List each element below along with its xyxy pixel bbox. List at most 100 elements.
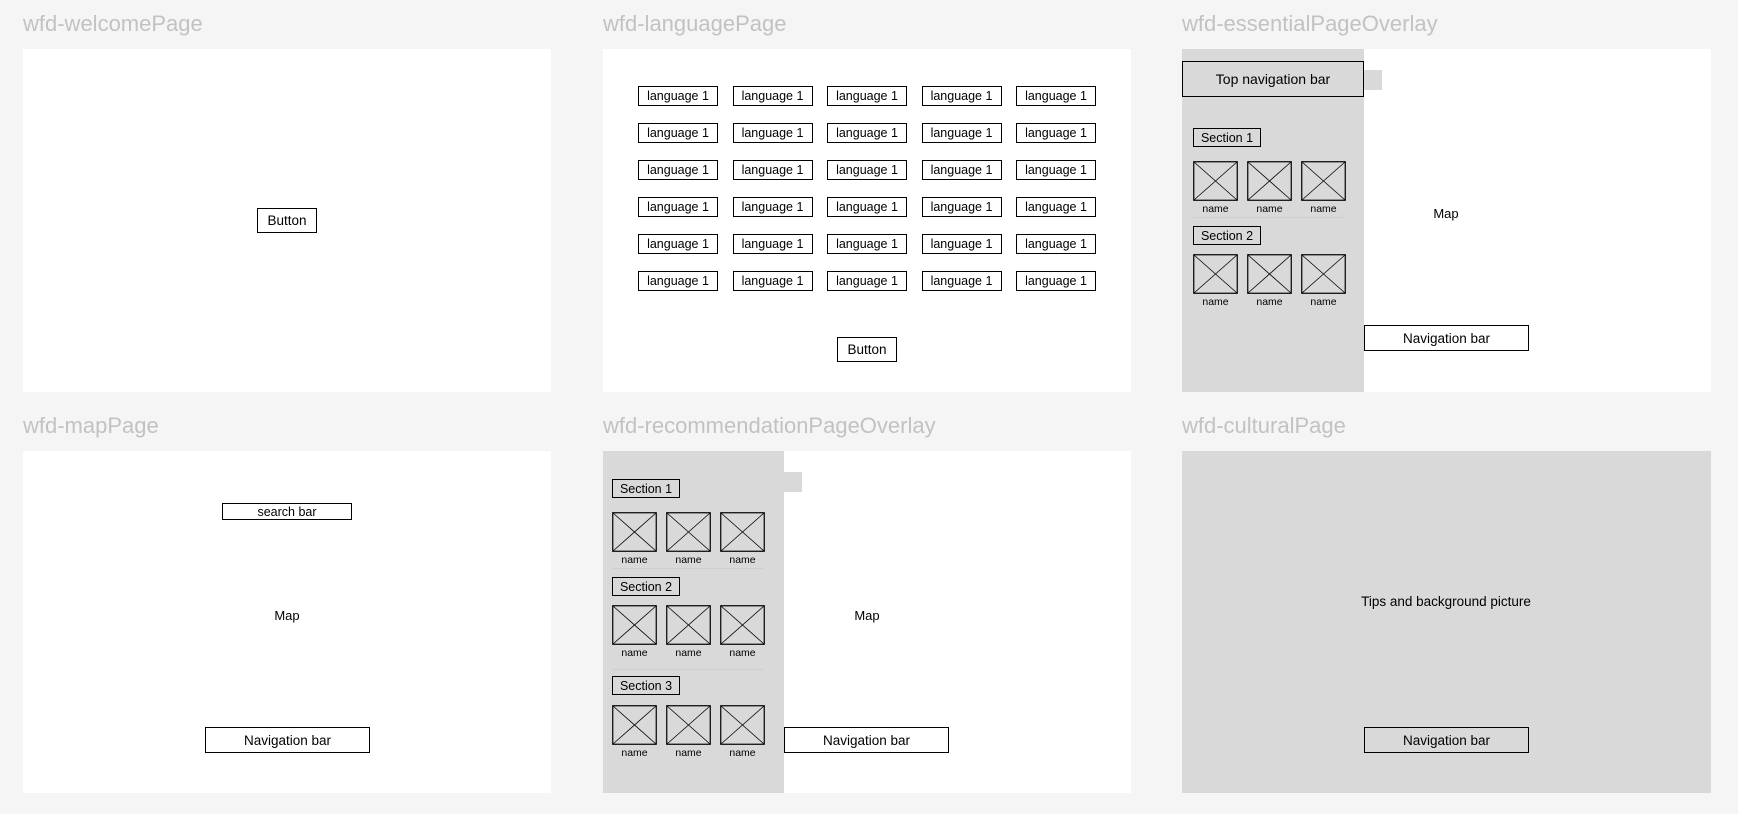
item-card[interactable]: name [666, 705, 711, 759]
item-card[interactable]: name [1301, 161, 1346, 215]
panel-collapse-tab[interactable] [784, 472, 802, 492]
essential-section-2-items: name name name [1193, 254, 1346, 308]
essential-section-1-items: name name name [1193, 161, 1346, 215]
item-card[interactable]: name [1193, 254, 1238, 308]
welcome-button[interactable]: Button [257, 208, 317, 233]
image-placeholder-icon [612, 605, 657, 645]
item-name: name [1202, 296, 1229, 308]
navigation-bar[interactable]: Navigation bar [784, 727, 949, 753]
language-option[interactable]: language 1 [1016, 86, 1096, 106]
frame-title-welcome: wfd-welcomePage [23, 11, 203, 36]
language-option[interactable]: language 1 [638, 86, 718, 106]
map-page-frame: search bar Map Navigation bar [23, 451, 551, 793]
language-option[interactable]: language 1 [732, 197, 813, 217]
item-name: name [621, 747, 648, 759]
map-area-label: Map [854, 608, 880, 623]
item-card[interactable]: name [1247, 254, 1292, 308]
language-option[interactable]: language 1 [827, 160, 907, 180]
navigation-bar[interactable]: Navigation bar [1364, 325, 1529, 351]
image-placeholder-icon [1193, 254, 1238, 294]
language-option[interactable]: language 1 [732, 234, 813, 254]
image-placeholder-icon [1193, 161, 1238, 201]
item-name: name [729, 747, 756, 759]
language-option[interactable]: language 1 [1016, 197, 1096, 217]
panel-collapse-tab[interactable] [1364, 70, 1382, 90]
section-divider [612, 669, 764, 670]
item-card[interactable]: name [720, 605, 765, 659]
language-option[interactable]: language 1 [827, 197, 907, 217]
language-option[interactable]: language 1 [732, 271, 813, 291]
item-card[interactable]: name [1193, 161, 1238, 215]
language-option[interactable]: language 1 [638, 197, 718, 217]
item-card[interactable]: name [612, 512, 657, 566]
recommendation-section-1-items: name name name [612, 512, 765, 566]
recommendation-section-1-title: Section 1 [612, 479, 680, 498]
item-name: name [675, 647, 702, 659]
language-option[interactable]: language 1 [827, 234, 907, 254]
language-option[interactable]: language 1 [921, 86, 1002, 106]
item-card[interactable]: name [612, 705, 657, 759]
item-name: name [621, 647, 648, 659]
language-grid: language 1 language 1 language 1 languag… [638, 86, 1096, 291]
item-card[interactable]: name [666, 512, 711, 566]
navigation-bar[interactable]: Navigation bar [1364, 727, 1529, 753]
language-option[interactable]: language 1 [1016, 123, 1096, 143]
recommendation-section-3-items: name name name [612, 705, 765, 759]
essential-overlay-frame: Top navigation bar Section 1 name name n… [1182, 49, 1711, 392]
language-option[interactable]: language 1 [827, 271, 907, 291]
recommendation-section-3-title: Section 3 [612, 676, 680, 695]
image-placeholder-icon [720, 512, 765, 552]
item-name: name [1310, 203, 1337, 215]
language-option[interactable]: language 1 [827, 86, 907, 106]
item-name: name [675, 747, 702, 759]
frame-title-cultural: wfd-culturalPage [1182, 413, 1346, 438]
image-placeholder-icon [666, 605, 711, 645]
language-option[interactable]: language 1 [638, 234, 718, 254]
item-card[interactable]: name [1247, 161, 1292, 215]
language-option[interactable]: language 1 [1016, 160, 1096, 180]
item-card[interactable]: name [612, 605, 657, 659]
map-area-label: Map [1433, 206, 1459, 221]
image-placeholder-icon [1247, 161, 1292, 201]
language-option[interactable]: language 1 [732, 160, 813, 180]
image-placeholder-icon [612, 512, 657, 552]
frame-title-language: wfd-languagePage [603, 11, 787, 36]
item-card[interactable]: name [720, 512, 765, 566]
frame-title-map: wfd-mapPage [23, 413, 159, 438]
language-option[interactable]: language 1 [638, 271, 718, 291]
language-option[interactable]: language 1 [921, 271, 1002, 291]
item-name: name [1256, 203, 1283, 215]
cultural-page-frame: Tips and background picture Navigation b… [1182, 451, 1711, 793]
language-option[interactable]: language 1 [921, 123, 1002, 143]
language-option[interactable]: language 1 [827, 123, 907, 143]
language-option[interactable]: language 1 [1016, 234, 1096, 254]
essential-side-panel [1182, 49, 1364, 392]
search-bar[interactable]: search bar [222, 503, 352, 520]
top-navigation-bar[interactable]: Top navigation bar [1182, 61, 1364, 97]
language-option[interactable]: language 1 [638, 160, 718, 180]
tips-background-label: Tips and background picture [1361, 594, 1531, 609]
language-continue-button[interactable]: Button [837, 337, 897, 362]
language-page-frame: language 1 language 1 language 1 languag… [603, 49, 1131, 392]
item-card[interactable]: name [666, 605, 711, 659]
item-card[interactable]: name [1301, 254, 1346, 308]
item-name: name [675, 554, 702, 566]
frame-title-recommendation: wfd-recommendationPageOverlay [603, 413, 936, 438]
item-name: name [1310, 296, 1337, 308]
language-option[interactable]: language 1 [638, 123, 718, 143]
item-name: name [1256, 296, 1283, 308]
language-option[interactable]: language 1 [921, 160, 1002, 180]
image-placeholder-icon [1301, 254, 1346, 294]
language-option[interactable]: language 1 [732, 86, 813, 106]
language-option[interactable]: language 1 [1016, 271, 1096, 291]
item-card[interactable]: name [720, 705, 765, 759]
essential-section-2-title: Section 2 [1193, 226, 1261, 245]
language-option[interactable]: language 1 [921, 234, 1002, 254]
language-option[interactable]: language 1 [921, 197, 1002, 217]
image-placeholder-icon [666, 512, 711, 552]
navigation-bar[interactable]: Navigation bar [205, 727, 370, 753]
recommendation-section-2-title: Section 2 [612, 577, 680, 596]
language-option[interactable]: language 1 [732, 123, 813, 143]
image-placeholder-icon [1247, 254, 1292, 294]
essential-section-1-title: Section 1 [1193, 128, 1261, 147]
